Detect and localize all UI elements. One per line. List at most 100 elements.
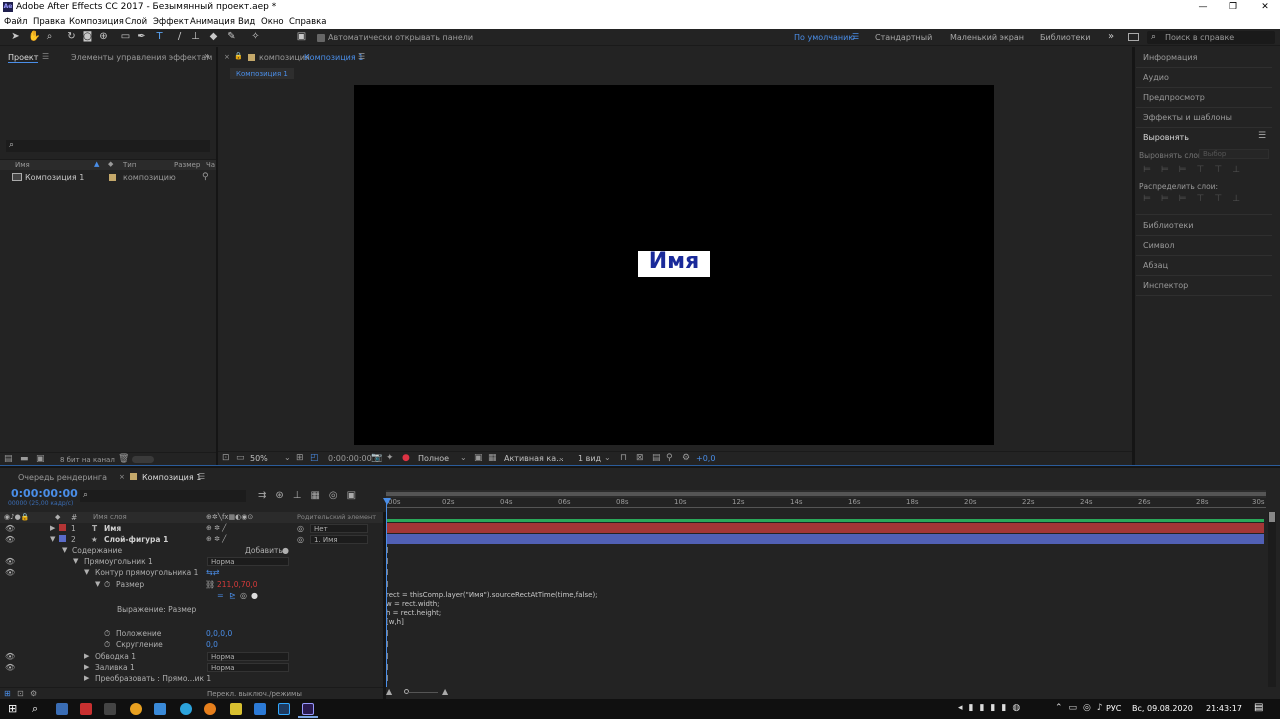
tray-icons[interactable]: ◂▮▮▮▮◍ [958, 703, 1026, 713]
menu-view[interactable]: Вид [238, 17, 255, 27]
tab-render-queue[interactable]: Очередь рендеринга [18, 473, 107, 482]
parent-dropdown[interactable]: Нет [310, 524, 368, 533]
pickwhip-icon[interactable]: ◎ [297, 524, 304, 533]
flowchart-icon[interactable]: ⚲ [202, 172, 209, 182]
region-of-interest-icon[interactable]: ▣ [474, 453, 483, 463]
timeline-switches-icons[interactable]: ⇉⊛⊥▦◎▣ [258, 490, 378, 501]
property-stroke[interactable]: 👁 ▶ Обводка 1 Норма [0, 651, 383, 662]
roto-brush-tool-icon[interactable]: ✎ [226, 31, 237, 43]
tab-timeline-comp[interactable]: Композиция 1 [142, 473, 201, 482]
work-area-bar[interactable] [386, 490, 1266, 498]
layer-switches[interactable]: ⊕ ✲ ╱ [206, 535, 226, 543]
taskbar-date[interactable]: Вс, 09.08.2020 [1132, 704, 1193, 713]
expand-arrow-icon[interactable]: ▶ [84, 674, 89, 682]
menu-window[interactable]: Окно [261, 17, 284, 27]
time-ruler[interactable]: 00s 02s 04s 06s 08s 10s 12s 14s 16s 18s … [386, 498, 1266, 512]
menu-effect[interactable]: Эффект [153, 17, 189, 27]
app-icon[interactable] [204, 703, 216, 715]
project-tab-menu-icon[interactable]: ☰ [42, 52, 49, 61]
views-dropdown[interactable]: 1 вид [578, 454, 601, 463]
path-direction-icons[interactable]: ⇆⇄ [206, 568, 219, 577]
after-effects-taskbar-icon[interactable] [302, 703, 314, 715]
workspace-standard[interactable]: Стандартный [875, 33, 932, 42]
tab-composition[interactable]: Композиция 1 [304, 53, 363, 62]
scrollbar-thumb[interactable] [1269, 512, 1275, 522]
pickwhip-icon[interactable]: ◎ [240, 591, 247, 600]
eye-icon[interactable]: 👁 [5, 663, 15, 672]
chrome-icon[interactable] [130, 703, 142, 715]
add-button[interactable]: Добавить: [245, 546, 285, 555]
camera-dropdown[interactable]: Активная ка... [504, 454, 564, 463]
snapping-icon[interactable]: ▣ [296, 31, 307, 43]
show-snapshot-icon[interactable]: ✦ [386, 453, 394, 463]
property-position[interactable]: ⏱ Положение 0,0,0,0 [0, 628, 383, 639]
maximize-icon[interactable]: ❐ [1226, 1, 1240, 13]
stopwatch-icon[interactable]: ⏱ [104, 629, 110, 639]
parent-dropdown[interactable]: 1. Имя [310, 535, 368, 544]
layer-label-color[interactable] [59, 524, 66, 531]
panel-inspector[interactable]: Инспектор [1143, 281, 1188, 290]
stopwatch-icon[interactable]: ⏱ [104, 640, 110, 650]
canvas-text[interactable]: Имя [638, 249, 710, 274]
property-transform[interactable]: ▶ Преобразовать : Прямо...ик 1 [0, 673, 383, 684]
app-icon[interactable] [154, 703, 166, 715]
channels-icon[interactable]: ● [402, 453, 410, 463]
add-menu-icon[interactable]: ● [282, 546, 289, 555]
layer-switches[interactable]: ⊕ ✲ ╱ [206, 524, 226, 532]
close-tab-icon[interactable]: × [224, 53, 230, 61]
eye-icon[interactable]: 👁 [5, 652, 15, 661]
expand-arrow-icon[interactable]: ▼ [73, 557, 78, 565]
align-buttons-row[interactable]: ⊨⊨⊨⊤⊤⊥ [1143, 165, 1273, 175]
flowchart-icon[interactable]: ⚲ [666, 453, 673, 463]
panel-character[interactable]: Символ [1143, 241, 1175, 250]
column-extra[interactable]: Ча [206, 161, 215, 169]
viewer-timecode[interactable]: 0:00:00:00 [328, 454, 372, 463]
timeline-icon[interactable]: ▤ [652, 453, 661, 463]
lock-icon[interactable]: 🔒 [234, 52, 243, 60]
close-tab-icon[interactable]: × [119, 473, 125, 481]
zoom-slider[interactable]: ▲ ▲ [386, 687, 456, 697]
eraser-tool-icon[interactable]: ◆ [208, 31, 219, 43]
column-type[interactable]: Тип [123, 161, 136, 169]
property-roundness[interactable]: ⏱ Скругление 0,0 [0, 639, 383, 650]
pan-behind-tool-icon[interactable]: ⊕ [98, 31, 109, 43]
comp-breadcrumb[interactable]: Композиция 1 [230, 68, 294, 79]
interpret-footage-icon[interactable]: ▤ [4, 454, 13, 464]
comp-tab-menu-icon[interactable]: ☰ [358, 52, 365, 61]
expand-arrow-icon[interactable]: ▶ [84, 652, 89, 660]
property-size[interactable]: ▼ ⏱ Размер ⛓ 211,0,70,0 [0, 579, 383, 590]
task-view-icon[interactable] [56, 703, 68, 715]
constrain-link-icon[interactable]: ⛓ [205, 580, 215, 589]
new-folder-icon[interactable]: ▬ [20, 454, 29, 464]
selection-tool-icon[interactable]: ➤ [10, 31, 21, 43]
snapshot-icon[interactable]: 📷 [371, 453, 382, 463]
rectangle-tool-icon[interactable]: ▭ [120, 31, 131, 43]
project-item-row[interactable]: Композиция 1 композицию ⚲ [0, 171, 216, 183]
menu-file[interactable]: Файл [4, 17, 27, 27]
fast-previews-icon[interactable]: ⊠ [636, 453, 644, 463]
stopwatch-icon[interactable]: ⏱ [104, 580, 110, 590]
zoom-out-icon[interactable]: ▲ [386, 687, 392, 696]
type-tool-icon[interactable]: T [154, 31, 165, 43]
mask-visibility-icon[interactable]: ◰ [310, 453, 319, 463]
always-preview-icon[interactable]: ⊡ [222, 453, 230, 463]
clone-stamp-tool-icon[interactable]: ⊥ [190, 31, 201, 43]
brush-tool-icon[interactable]: / [174, 31, 185, 43]
toggle-switches-modes[interactable]: Перекл. выключ./режимы [207, 690, 302, 698]
thumbnail-slider[interactable] [132, 456, 154, 463]
menu-edit[interactable]: Правка [33, 17, 65, 27]
sync-settings-icon[interactable] [1128, 33, 1139, 41]
transfer-controls-icon[interactable]: ⊡ [17, 689, 24, 698]
property-contents[interactable]: ▼ Содержание Добавить: ● [0, 545, 383, 556]
composition-canvas[interactable]: Имя [354, 85, 994, 445]
column-name[interactable]: Имя [15, 161, 30, 169]
workspace-menu-icon[interactable]: ☰ [852, 32, 859, 41]
chevron-down-icon[interactable]: ⌄ [604, 453, 611, 462]
eye-icon[interactable]: 👁 [5, 524, 15, 533]
menu-animation[interactable]: Анимация [190, 17, 235, 27]
expand-arrow-icon[interactable]: ▼ [50, 535, 55, 543]
minimize-icon[interactable]: — [1196, 1, 1210, 13]
expand-arrow-icon[interactable]: ▶ [50, 524, 55, 532]
align-menu-icon[interactable]: ☰ [1258, 131, 1266, 141]
camera-tool-icon[interactable]: ◙ [82, 31, 93, 43]
